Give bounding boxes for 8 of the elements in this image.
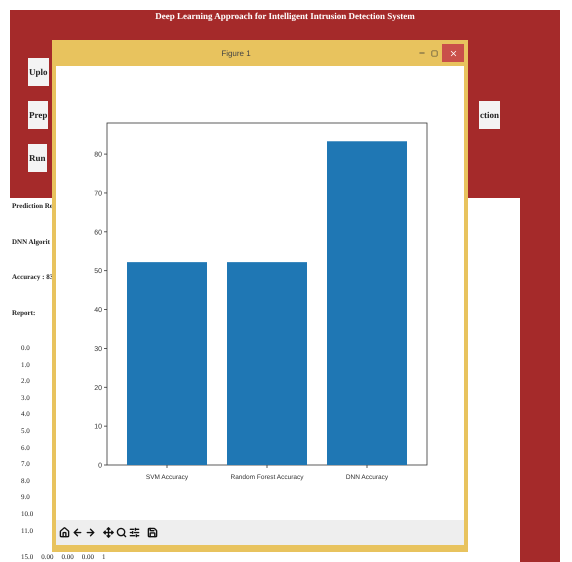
action-button[interactable]: ction <box>479 101 500 129</box>
action-button[interactable]: Prep <box>28 101 48 129</box>
app-title: Deep Learning Approach for Intelligent Intrusion Detection System <box>154 11 416 21</box>
close-icon <box>448 48 458 58</box>
maximize-icon <box>430 50 438 56</box>
action-button[interactable]: Run <box>28 144 47 172</box>
window-title: Figure 1 <box>220 48 252 58</box>
action-button[interactable]: Uplo <box>28 58 49 86</box>
